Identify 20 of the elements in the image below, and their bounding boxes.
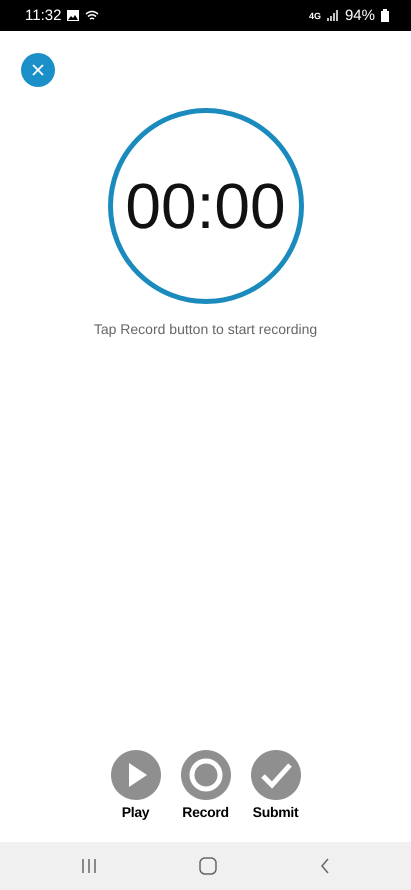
play-button[interactable]: Play xyxy=(110,750,160,820)
wifi-icon xyxy=(85,10,100,21)
back-icon[interactable] xyxy=(320,858,330,874)
timer-reading: 00:00 xyxy=(125,169,286,243)
battery-icon xyxy=(381,9,389,22)
recent-apps-icon[interactable] xyxy=(81,858,98,874)
close-icon xyxy=(32,64,44,76)
record-button[interactable]: Record xyxy=(180,750,230,820)
image-icon xyxy=(67,10,80,21)
submit-button[interactable]: Submit xyxy=(250,750,300,820)
close-button[interactable] xyxy=(21,53,55,87)
hint-text: Tap Record button to start recording xyxy=(94,321,318,337)
battery-level: 94% xyxy=(344,7,375,24)
play-icon xyxy=(110,750,160,800)
network-type: 4G xyxy=(308,10,321,20)
record-icon xyxy=(180,750,230,800)
signal-icon xyxy=(326,10,339,21)
home-icon[interactable] xyxy=(199,857,218,875)
clock: 11:32 xyxy=(25,7,62,24)
checkmark-icon xyxy=(250,750,300,800)
